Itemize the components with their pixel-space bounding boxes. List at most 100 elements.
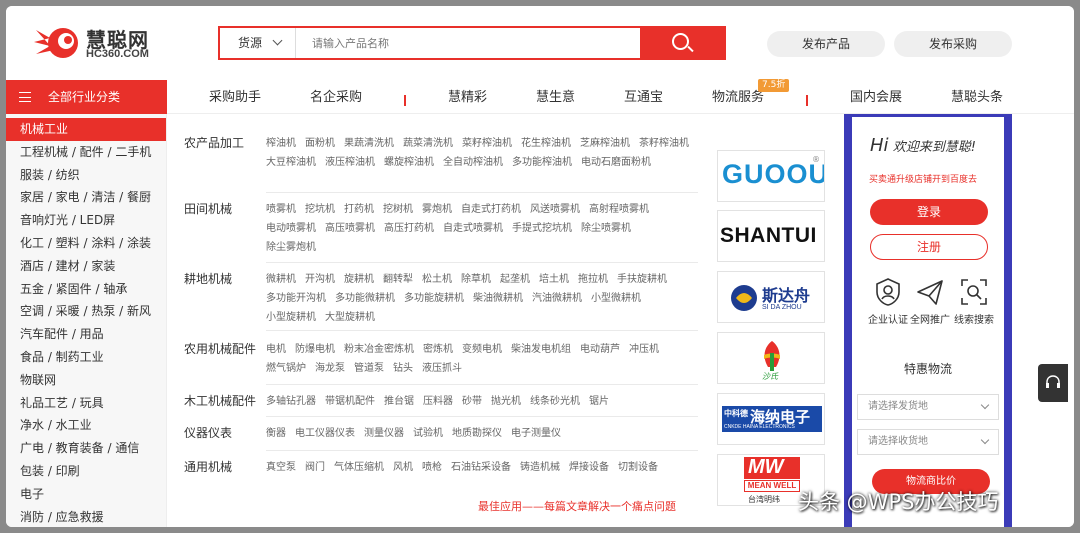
category-link[interactable]: 除尘雾炮机 bbox=[266, 238, 316, 257]
category-link[interactable]: 手提式挖坑机 bbox=[512, 219, 572, 238]
sidebar-item[interactable]: 食品 / 制药工业 bbox=[6, 346, 166, 369]
brand-logo-shantui[interactable]: SHANTUI bbox=[717, 210, 825, 262]
category-link[interactable]: 电子测量仪 bbox=[511, 424, 561, 443]
category-link[interactable]: 切割设备 bbox=[618, 458, 658, 477]
category-link[interactable]: 铸造机械 bbox=[520, 458, 560, 477]
category-link[interactable]: 多功能榨油机 bbox=[512, 153, 572, 172]
category-link[interactable]: 电动葫芦 bbox=[580, 340, 620, 359]
category-section-title[interactable]: 木工机械配件 bbox=[184, 392, 256, 409]
sidebar-item[interactable]: 酒店 / 建材 / 家装 bbox=[6, 255, 166, 278]
category-link[interactable]: 花生榨油机 bbox=[521, 134, 571, 153]
brand-logo-sidazhou[interactable]: 斯达舟 SI DA ZHOU bbox=[717, 271, 825, 323]
brand-logo-shasi[interactable]: 沙氏 bbox=[717, 332, 825, 384]
category-link[interactable]: 挖坑机 bbox=[305, 200, 335, 219]
register-button[interactable]: 注册 bbox=[870, 234, 988, 260]
nav-item-famous-purchase[interactable]: 名企采购 bbox=[310, 80, 362, 114]
category-link[interactable]: 翻转犁 bbox=[383, 270, 413, 289]
sidebar-item[interactable]: 工程机械 / 配件 / 二手机 bbox=[6, 141, 166, 164]
sidebar-item[interactable]: 净水 / 水工业 bbox=[6, 414, 166, 437]
category-link[interactable]: 自走式打药机 bbox=[461, 200, 521, 219]
category-link[interactable]: 燃气锅炉 bbox=[266, 359, 306, 378]
category-link[interactable]: 抛光机 bbox=[491, 392, 521, 411]
logo[interactable]: 慧聪网 HC360.COM bbox=[28, 20, 158, 66]
category-section-title[interactable]: 农用机械配件 bbox=[184, 340, 256, 357]
category-link[interactable]: 起垄机 bbox=[500, 270, 530, 289]
category-link[interactable]: 蔬菜清洗机 bbox=[403, 134, 453, 153]
nav-item-hui-jingcai[interactable]: 慧精彩 bbox=[448, 80, 487, 114]
ship-to-select[interactable]: 请选择收货地 bbox=[857, 429, 999, 455]
category-link[interactable]: 阀门 bbox=[305, 458, 325, 477]
category-link[interactable]: 线条砂光机 bbox=[530, 392, 580, 411]
category-link[interactable]: 柴油微耕机 bbox=[473, 289, 523, 308]
nav-item-hui-shengyi[interactable]: 慧生意 bbox=[536, 80, 575, 114]
category-link[interactable]: 焊接设备 bbox=[569, 458, 609, 477]
category-link[interactable]: 多功能微耕机 bbox=[335, 289, 395, 308]
publish-purchase-button[interactable]: 发布采购 bbox=[894, 31, 1012, 57]
category-link[interactable]: 真空泵 bbox=[266, 458, 296, 477]
category-link[interactable]: 自走式喷雾机 bbox=[443, 219, 503, 238]
category-link[interactable]: 小型微耕机 bbox=[591, 289, 641, 308]
category-link[interactable]: 大豆榨油机 bbox=[266, 153, 316, 172]
ship-from-select[interactable]: 请选择发货地 bbox=[857, 394, 999, 420]
category-link[interactable]: 螺旋榨油机 bbox=[384, 153, 434, 172]
category-link[interactable]: 全自动榨油机 bbox=[443, 153, 503, 172]
nav-item-purchase-assistant[interactable]: 采购助手 bbox=[209, 80, 261, 114]
category-link[interactable]: 挖树机 bbox=[383, 200, 413, 219]
search-type-select[interactable]: 货源 bbox=[220, 28, 296, 58]
category-link[interactable]: 带锯机配件 bbox=[325, 392, 375, 411]
category-link[interactable]: 变频电机 bbox=[462, 340, 502, 359]
category-link[interactable]: 电动石磨面粉机 bbox=[581, 153, 651, 172]
category-link[interactable]: 微耕机 bbox=[266, 270, 296, 289]
upgrade-tip-link[interactable]: 买卖通升级店铺开到百度去 bbox=[869, 172, 977, 185]
category-link[interactable]: 密炼机 bbox=[423, 340, 453, 359]
category-link[interactable]: 茶籽榨油机 bbox=[639, 134, 689, 153]
category-link[interactable]: 海龙泵 bbox=[315, 359, 345, 378]
category-link[interactable]: 喷雾机 bbox=[266, 200, 296, 219]
category-link[interactable]: 液压抓斗 bbox=[422, 359, 462, 378]
category-link[interactable]: 冲压机 bbox=[629, 340, 659, 359]
search-input[interactable] bbox=[300, 28, 640, 58]
category-link[interactable]: 高射程喷雾机 bbox=[589, 200, 649, 219]
category-link[interactable]: 管道泵 bbox=[354, 359, 384, 378]
sidebar-item[interactable]: 物联网 bbox=[6, 369, 166, 392]
category-link[interactable]: 榨油机 bbox=[266, 134, 296, 153]
sidebar-item[interactable]: 空调 / 采暖 / 热泵 / 新风 bbox=[6, 300, 166, 323]
category-link[interactable]: 开沟机 bbox=[305, 270, 335, 289]
sidebar-item[interactable]: 消防 / 应急救援 bbox=[6, 506, 166, 527]
login-button[interactable]: 登录 bbox=[870, 199, 988, 225]
category-link[interactable]: 风机 bbox=[393, 458, 413, 477]
brand-logo-guoou[interactable]: GUOOU ® bbox=[717, 150, 825, 202]
sidebar-item[interactable]: 广电 / 教育装备 / 通信 bbox=[6, 437, 166, 460]
category-link[interactable]: 电工仪器仪表 bbox=[295, 424, 355, 443]
category-link[interactable]: 钻头 bbox=[393, 359, 413, 378]
category-link[interactable]: 汽油微耕机 bbox=[532, 289, 582, 308]
publish-product-button[interactable]: 发布产品 bbox=[767, 31, 885, 57]
category-link[interactable]: 风送喷雾机 bbox=[530, 200, 580, 219]
category-link[interactable]: 测量仪器 bbox=[364, 424, 404, 443]
nav-item-headlines[interactable]: 慧聪头条 bbox=[951, 80, 1003, 114]
sidebar-item[interactable]: 汽车配件 / 用品 bbox=[6, 323, 166, 346]
category-link[interactable]: 多功能旋耕机 bbox=[404, 289, 464, 308]
category-link[interactable]: 芝麻榨油机 bbox=[580, 134, 630, 153]
category-link[interactable]: 手扶旋耕机 bbox=[617, 270, 667, 289]
category-link[interactable]: 培土机 bbox=[539, 270, 569, 289]
category-link[interactable]: 石油钻采设备 bbox=[451, 458, 511, 477]
category-link[interactable]: 高压打药机 bbox=[384, 219, 434, 238]
category-section-title[interactable]: 通用机械 bbox=[184, 458, 232, 475]
all-categories-button[interactable]: 全部行业分类 bbox=[6, 80, 167, 114]
category-link[interactable]: 地质勘探仪 bbox=[452, 424, 502, 443]
category-link[interactable]: 大型旋耕机 bbox=[325, 308, 375, 327]
category-section-title[interactable]: 耕地机械 bbox=[184, 270, 232, 287]
category-link[interactable]: 试验机 bbox=[413, 424, 443, 443]
category-link[interactable]: 松土机 bbox=[422, 270, 452, 289]
sidebar-item[interactable]: 服装 / 纺织 bbox=[6, 164, 166, 187]
nav-item-logistics[interactable]: 物流服务 bbox=[712, 80, 764, 114]
category-link[interactable]: 打药机 bbox=[344, 200, 374, 219]
sidebar-item-machinery[interactable]: 机械工业 bbox=[6, 118, 166, 141]
category-link[interactable]: 多轴钻孔器 bbox=[266, 392, 316, 411]
category-link[interactable]: 除草机 bbox=[461, 270, 491, 289]
sidebar-item[interactable]: 五金 / 紧固件 / 轴承 bbox=[6, 278, 166, 301]
sidebar-item[interactable]: 包装 / 印刷 bbox=[6, 460, 166, 483]
nav-item-hutongbao[interactable]: 互通宝 bbox=[624, 80, 663, 114]
category-link[interactable]: 防爆电机 bbox=[295, 340, 335, 359]
